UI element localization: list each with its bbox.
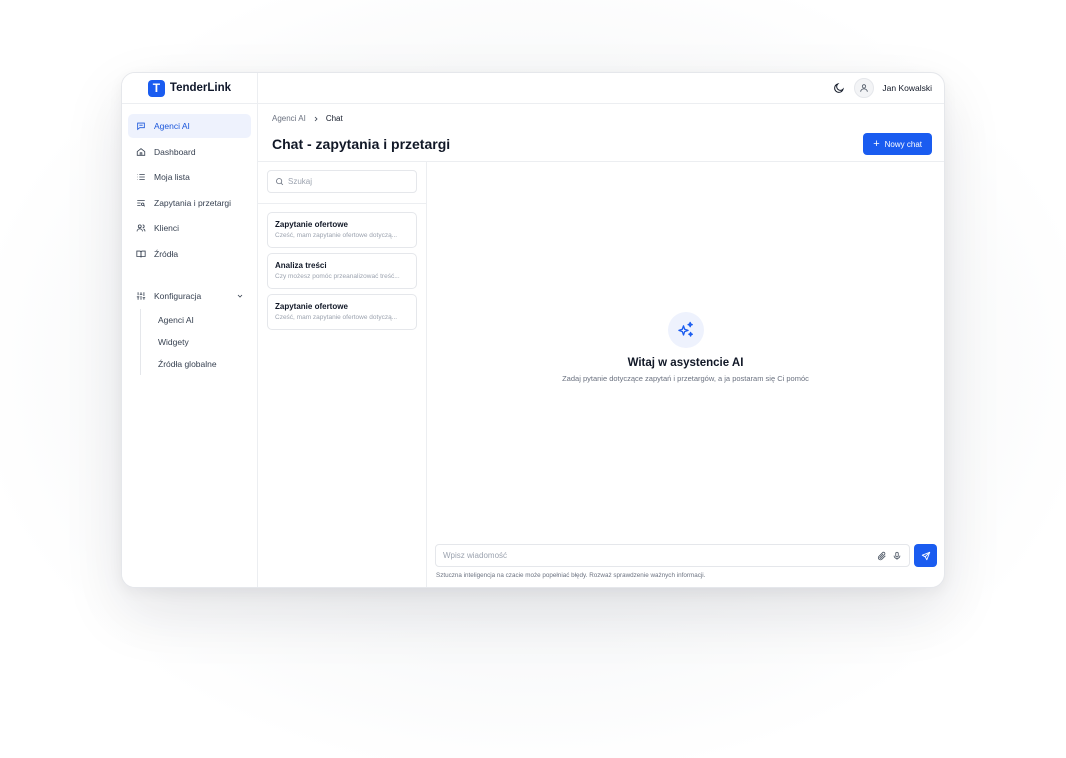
app-window: T TenderLink Agenci AI Dashboard Moja li…: [121, 72, 945, 588]
sidebar-item-label: Moja lista: [154, 172, 190, 182]
app-name: TenderLink: [169, 82, 232, 94]
sidebar-item-zrodla[interactable]: Źródła: [128, 242, 251, 266]
thread-title: Analiza treści: [275, 261, 327, 270]
thread-title: Zapytanie ofertowe: [275, 220, 348, 229]
thread-title: Zapytanie ofertowe: [275, 302, 348, 311]
search-input[interactable]: [288, 177, 408, 186]
sidebar-item-label: Agenci AI: [154, 121, 190, 131]
page-header: Agenci AI Chat Chat - zapytania i przeta…: [258, 104, 944, 162]
thread-preview: Cześć, mam zapytanie ofertowe dotyczą...: [275, 314, 398, 321]
new-chat-label: Nowy chat: [884, 139, 922, 149]
chat-panel: Witaj w asystencie AI Zadaj pytanie doty…: [427, 162, 944, 587]
send-button[interactable]: [914, 544, 937, 567]
welcome-title: Witaj w asystencie AI: [627, 357, 744, 369]
chat-list-panel: Zapytanie ofertowe Cześć, mam zapytanie …: [258, 162, 427, 587]
list-icon: [137, 174, 145, 180]
sidebar: T TenderLink Agenci AI Dashboard Moja li…: [122, 73, 258, 587]
sidebar-item-agenci-ai[interactable]: Agenci AI: [128, 114, 251, 138]
breadcrumb: Agenci AI Chat: [272, 114, 343, 123]
user-name[interactable]: Jan Kowalski: [882, 83, 932, 93]
breadcrumb-item-agenci-ai[interactable]: Agenci AI: [272, 114, 306, 123]
welcome-subtitle: Zadaj pytanie dotyczące zapytań i przeta…: [562, 374, 809, 383]
background: T TenderLink Agenci AI Dashboard Moja li…: [0, 0, 1066, 758]
sidebar-item-dashboard[interactable]: Dashboard: [128, 140, 251, 164]
thread-preview: Cześć, mam zapytanie ofertowe dotyczą...: [275, 232, 398, 239]
chevron-right-icon: [314, 116, 318, 121]
send-icon: [921, 551, 930, 560]
logo-mark-icon: T: [147, 79, 165, 97]
sliders-icon: [136, 291, 146, 300]
topbar: Jan Kowalski: [258, 73, 944, 104]
sidebar-nav: Agenci AI Dashboard Moja lista Zapytania…: [122, 104, 257, 375]
sidebar-subitem-zrodla-globalne[interactable]: Źródła globalne: [140, 353, 251, 375]
search-field[interactable]: [267, 170, 417, 193]
users-icon: [136, 224, 146, 232]
thread-item[interactable]: Zapytanie ofertowe Cześć, mam zapytanie …: [267, 212, 417, 248]
sidebar-item-label: Zapytania i przetargi: [154, 197, 232, 208]
new-chat-button[interactable]: + Nowy chat: [863, 133, 932, 155]
sidebar-item-moja-lista[interactable]: Moja lista: [128, 165, 251, 189]
page-title: Chat - zapytania i przetargi: [272, 136, 451, 152]
search-area: [258, 162, 426, 204]
message-composer: [435, 544, 937, 567]
thread-item[interactable]: Analiza treści Czy możesz pomóc przeanal…: [267, 253, 417, 289]
user-icon: [860, 84, 869, 92]
thread-item[interactable]: Zapytanie ofertowe Cześć, mam zapytanie …: [267, 294, 417, 330]
sidebar-item-zapytania[interactable]: Zapytania i przetargi: [128, 191, 251, 215]
thread-preview: Czy możesz pomóc przeanalizować treść...: [275, 273, 400, 280]
sidebar-item-label: Klienci: [154, 223, 180, 233]
sidebar-subitem-agenci-ai[interactable]: Agenci AI: [140, 309, 251, 331]
sidebar-subitem-widgety[interactable]: Widgety: [140, 331, 251, 353]
logo[interactable]: T TenderLink: [122, 73, 257, 104]
list-search-icon: [137, 199, 146, 207]
book-icon: [136, 250, 146, 257]
sidebar-item-label: Źródła: [154, 248, 179, 259]
welcome-message: Witaj w asystencie AI Zadaj pytanie doty…: [427, 312, 944, 384]
ai-disclaimer: Sztuczna inteligencja na czacie może pop…: [436, 572, 706, 579]
microphone-icon[interactable]: [892, 551, 902, 561]
search-icon: [276, 178, 284, 186]
sparkles-icon: [667, 312, 704, 348]
sidebar-item-label: Konfiguracja: [154, 290, 202, 301]
sidebar-item-label: Dashboard: [154, 146, 196, 157]
sidebar-item-konfiguracja[interactable]: Konfiguracja: [128, 284, 251, 308]
message-field[interactable]: [435, 544, 910, 567]
moon-icon: [834, 82, 845, 93]
home-icon: [136, 147, 146, 156]
breadcrumb-item-chat: Chat: [325, 114, 343, 123]
chat-bubble-icon: [137, 122, 145, 131]
theme-toggle-button[interactable]: [832, 81, 846, 95]
avatar[interactable]: [854, 78, 875, 98]
config-section: Konfiguracja Agenci AI Widgety Źródła gl…: [128, 284, 251, 375]
sidebar-item-klienci[interactable]: Klienci: [128, 216, 251, 240]
message-input[interactable]: [443, 551, 872, 560]
thread-list: Zapytanie ofertowe Cześć, mam zapytanie …: [258, 204, 426, 330]
chevron-down-icon: [237, 294, 243, 298]
plus-icon: +: [873, 137, 880, 150]
paperclip-icon[interactable]: [877, 551, 887, 561]
